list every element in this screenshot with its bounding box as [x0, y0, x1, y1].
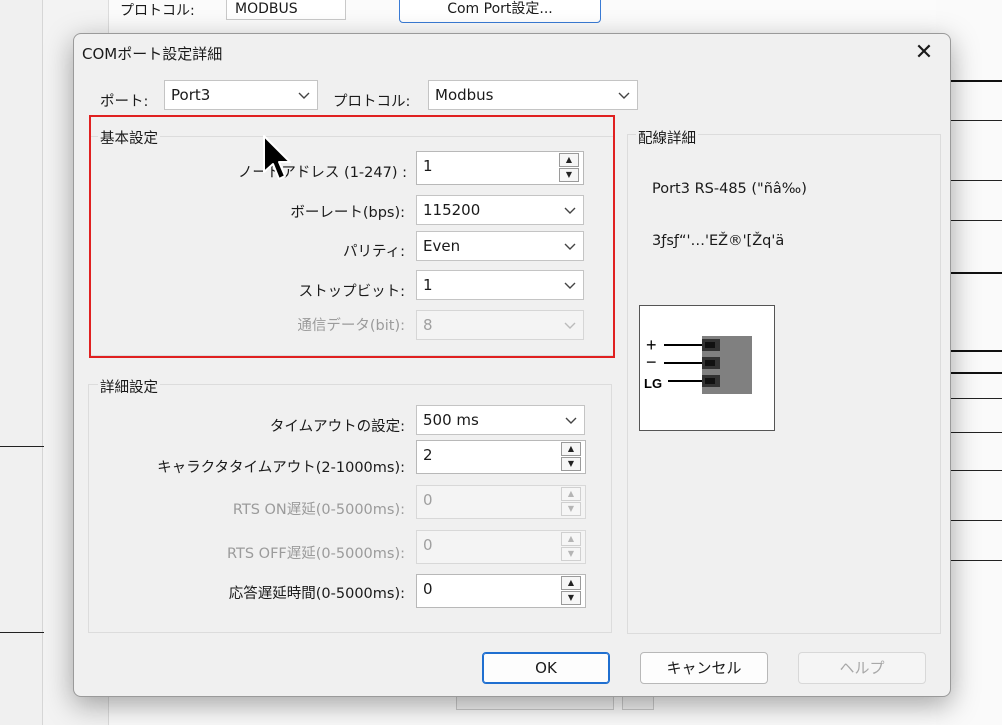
dialog-title: COMポート設定詳細 — [82, 45, 223, 63]
timeout-label: タイムアウトの設定: — [269, 419, 405, 435]
parent-line — [942, 398, 1002, 399]
spin-down-button[interactable]: ▼ — [561, 591, 581, 605]
parent-line — [942, 180, 1002, 181]
spin-up-button[interactable]: ▲ — [561, 442, 581, 456]
spin-down-button[interactable]: ▼ — [561, 457, 581, 471]
wiring-terminal-info: 3ƒsƒ“'…'EŽ®'[Žq'ä — [652, 233, 785, 249]
parent-line — [942, 350, 1002, 352]
wiring-lg-label: LG — [644, 376, 662, 391]
terminal-block-icon: + − LG — [644, 330, 755, 400]
parent-line — [942, 120, 1002, 121]
wiring-port-info: Port3 RS-485 ("ñâ‰) — [652, 181, 807, 197]
help-button: ヘルプ — [798, 652, 926, 684]
char-timeout-value: 2 — [423, 446, 433, 464]
protocol-select[interactable]: Modbus — [428, 80, 638, 110]
rts-off-delay-spinner: 0 ▲ ▼ — [416, 530, 586, 564]
protocol-label: プロトコル: — [333, 94, 411, 110]
parent-protocol-value: MODBUS — [226, 0, 346, 20]
wiring-minus-label: − — [646, 352, 657, 372]
rts-on-delay-value: 0 — [423, 491, 433, 509]
response-delay-value: 0 — [423, 580, 433, 598]
rts-on-delay-label: RTS ON遅延(0-5000ms): — [232, 502, 405, 518]
spin-up-button: ▲ — [561, 487, 581, 501]
timeout-value: 500 ms — [423, 411, 479, 429]
spin-down-button: ▼ — [561, 547, 581, 561]
parent-line — [942, 220, 1002, 221]
char-timeout-label: キャラクタタイムアウト(2-1000ms): — [157, 460, 405, 476]
parent-line — [942, 372, 1002, 374]
char-timeout-spinner[interactable]: 2 ▲ ▼ — [416, 440, 586, 474]
timeout-select[interactable]: 500 ms — [416, 405, 585, 435]
highlight-box — [89, 115, 615, 358]
spin-up-button[interactable]: ▲ — [561, 576, 581, 590]
response-delay-spinner[interactable]: 0 ▲ ▼ — [416, 574, 586, 608]
close-button[interactable]: ✕ — [904, 36, 944, 70]
spin-up-button: ▲ — [561, 532, 581, 546]
com-port-settings-button[interactable]: Com Port設定... — [399, 0, 601, 23]
parent-line — [942, 470, 1002, 471]
rts-off-delay-label: RTS OFF遅延(0-5000ms): — [226, 546, 405, 562]
wiring-details-title: 配線詳細 — [636, 127, 698, 148]
response-delay-label: 応答遅延時間(0-5000ms): — [228, 586, 405, 602]
rts-off-delay-value: 0 — [423, 536, 433, 554]
spin-down-button: ▼ — [561, 502, 581, 516]
protocol-select-value: Modbus — [435, 86, 494, 104]
ok-button[interactable]: OK — [482, 652, 610, 684]
cancel-button[interactable]: キャンセル — [640, 652, 768, 684]
advanced-settings-title: 詳細設定 — [98, 376, 160, 397]
port-select[interactable]: Port3 — [164, 80, 318, 110]
parent-protocol-label: プロトコル: — [120, 3, 195, 19]
port-label: ポート: — [100, 94, 149, 110]
terminal-diagram: + − LG — [639, 305, 775, 431]
chevron-down-icon — [298, 92, 310, 99]
port-select-value: Port3 — [171, 86, 211, 104]
parent-line — [0, 446, 44, 447]
parent-line — [942, 272, 1002, 274]
chevron-down-icon — [565, 417, 577, 424]
parent-line — [942, 520, 1002, 521]
parent-line — [942, 560, 1002, 561]
rts-on-delay-spinner: 0 ▲ ▼ — [416, 485, 586, 519]
parent-line — [942, 80, 1002, 82]
parent-line — [942, 432, 1002, 433]
mouse-pointer-icon — [263, 135, 291, 180]
chevron-down-icon — [618, 92, 630, 99]
parent-line — [0, 632, 44, 633]
